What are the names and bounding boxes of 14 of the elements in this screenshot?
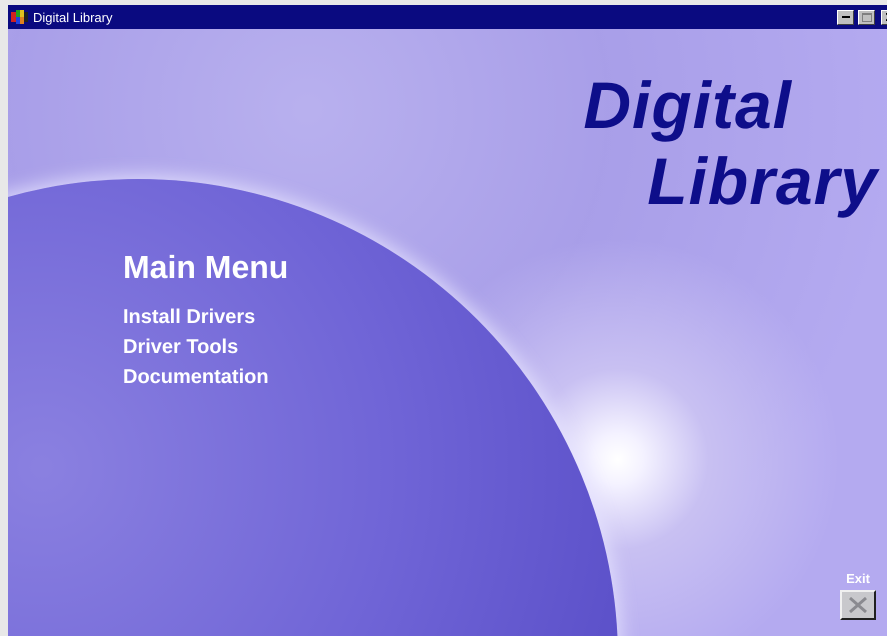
logo-text: Library (646, 143, 880, 219)
menu-link[interactable]: Install Drivers (123, 302, 256, 332)
exit-label: Exit (846, 571, 870, 586)
maximize-icon (862, 12, 872, 22)
window-title: Digital Library (33, 10, 114, 24)
exit-button[interactable] (840, 590, 876, 620)
close-icon (848, 596, 868, 614)
minimize-icon (842, 16, 850, 18)
logo-text: Digital (582, 67, 793, 143)
menu-title: Main Menu (123, 249, 288, 286)
minimize-button[interactable] (837, 10, 854, 24)
menu-link[interactable]: Documentation (123, 362, 269, 392)
app-icon (11, 9, 29, 25)
menu-link[interactable]: Driver Tools (123, 332, 238, 362)
